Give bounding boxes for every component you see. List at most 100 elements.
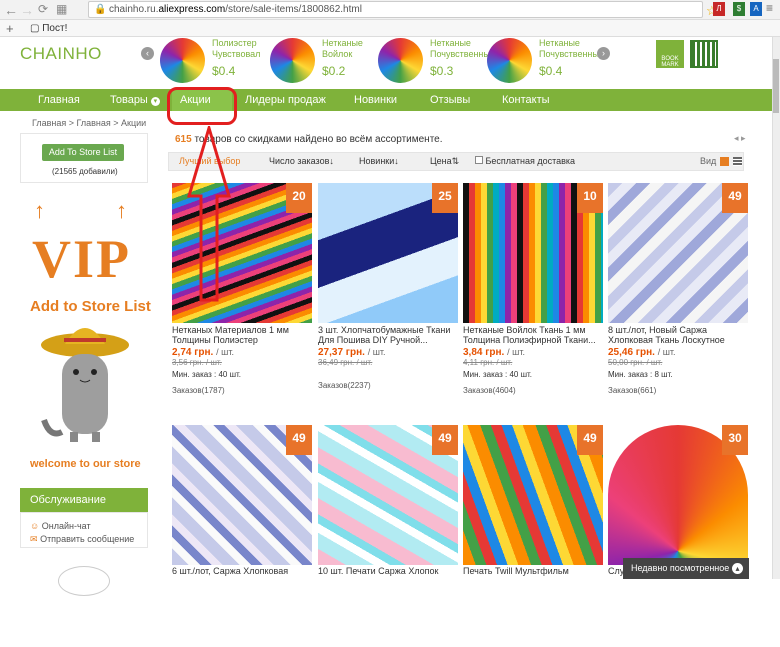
- product-price: 25,46 грн. / шт.: [608, 347, 676, 358]
- price-unit: / шт.: [367, 347, 386, 357]
- nav-products[interactable]: Товары ▾: [110, 89, 160, 111]
- orders-count: Заказов(661): [608, 386, 657, 395]
- sort-orders[interactable]: Число заказов↓: [269, 156, 334, 166]
- product-title[interactable]: Печать Twill Мультфильм: [463, 566, 603, 576]
- sort-new[interactable]: Новинки↓: [359, 156, 399, 166]
- grid-view-icon[interactable]: [720, 157, 729, 166]
- avatar: [58, 566, 110, 596]
- product-subtitle: Почувственный: [430, 49, 495, 59]
- qr-code-icon: [690, 40, 718, 68]
- browser-address-bar: ← → ⟳ ▦ 🔒 chainho.ru.aliexpress.com/store…: [0, 0, 780, 20]
- list-view-icon[interactable]: [733, 157, 742, 166]
- discount-badge: 30: [722, 425, 748, 455]
- orders-count: Заказов(1787): [172, 386, 225, 395]
- product-title[interactable]: 6 шт./лот, Саржа Хлопковая: [172, 566, 312, 576]
- sort-label: Цена: [430, 156, 452, 166]
- product-title[interactable]: 10 шт. Печати Саржа Хлопок: [318, 566, 458, 576]
- product-thumbnail: [378, 38, 423, 83]
- chat-label: Онлайн-чат: [41, 521, 91, 531]
- checkbox-icon: [475, 156, 483, 164]
- add-to-store-button[interactable]: Add To Store List: [42, 144, 124, 161]
- chevron-up-icon: ▴: [732, 563, 743, 574]
- extension-icon[interactable]: $: [733, 2, 745, 16]
- cat-mascot-icon: [41, 328, 129, 442]
- translate-icon[interactable]: A: [750, 2, 762, 16]
- added-count: (21565 добавили): [52, 167, 118, 176]
- product-card[interactable]: 49 10 шт. Печати Саржа Хлопок: [318, 425, 458, 647]
- chevron-down-icon: ▾: [150, 97, 160, 106]
- min-order: Мин. заказ : 40 шт.: [463, 370, 533, 379]
- recent-label: Недавно посмотренное: [631, 563, 730, 573]
- price-unit: / шт.: [507, 347, 525, 357]
- nav-contacts[interactable]: Контакты: [502, 89, 550, 111]
- product-title: Нетканые: [322, 38, 363, 48]
- url-host: chainho.ru.: [109, 4, 159, 15]
- carousel-prev-button[interactable]: ‹: [141, 47, 154, 60]
- product-title[interactable]: 3 шт. Хлопчатобумажные Ткани Для Пошива …: [318, 325, 458, 346]
- store-logo[interactable]: CHAINHO: [20, 44, 102, 64]
- store-nav: Главная Товары ▾ Акции Лидеры продаж Нов…: [0, 89, 772, 111]
- product-thumbnail: [487, 38, 532, 83]
- product-card[interactable]: 49 8 шт./лот, Новый Саржа Хлопковая Ткан…: [608, 183, 748, 405]
- product-subtitle: Чувствовал: [212, 49, 261, 59]
- product-title: Нетканые: [430, 38, 471, 48]
- discount-badge: 10: [577, 183, 603, 213]
- orders-count: Заказов(4604): [463, 386, 516, 395]
- bookmark-button[interactable]: BOOK MARK: [656, 40, 684, 68]
- annotation-highlight-box: [167, 87, 237, 125]
- scrollbar-thumb[interactable]: [773, 59, 779, 113]
- plus-icon[interactable]: +: [6, 20, 14, 37]
- min-order: Мин. заказ : 40 шт.: [172, 370, 242, 379]
- carousel-next-button[interactable]: ›: [597, 47, 610, 60]
- nav-new[interactable]: Новинки: [354, 89, 397, 111]
- bookmark-item[interactable]: ▢ Пост!: [30, 20, 67, 37]
- price-value: 2,74 грн.: [172, 347, 214, 358]
- breadcrumb[interactable]: Главная > Главная > Акции: [32, 118, 146, 128]
- old-price: 3,56 грн. / шт.: [172, 358, 222, 367]
- menu-icon[interactable]: ≡: [766, 1, 773, 15]
- product-price: 27,37 грн. / шт.: [318, 347, 386, 358]
- scrollbar[interactable]: [772, 37, 780, 579]
- online-chat-link[interactable]: ☺ Онлайн-чат: [30, 521, 91, 531]
- product-thumbnail: [270, 38, 315, 83]
- nav-home[interactable]: Главная: [38, 89, 80, 111]
- product-card[interactable]: 10 Нетканые Войлок Ткань 1 мм Толщина По…: [463, 183, 603, 405]
- pager-arrows[interactable]: ◂ ▸: [734, 133, 746, 144]
- nav-reviews[interactable]: Отзывы: [430, 89, 470, 111]
- add-to-list-banner[interactable]: Add to Store List: [30, 298, 151, 315]
- url-domain: aliexpress.com: [158, 4, 226, 15]
- recently-viewed-tab[interactable]: Недавно посмотренное ▴: [623, 558, 749, 579]
- sort-label: Новинки: [359, 156, 395, 166]
- orders-count: Заказов(2237): [318, 381, 371, 390]
- free-shipping-filter[interactable]: Бесплатная доставка: [475, 156, 575, 166]
- mail-icon: ✉: [30, 534, 38, 544]
- product-price: $0.4: [539, 64, 563, 78]
- send-message-link[interactable]: ✉ Отправить сообщение: [30, 534, 134, 545]
- product-price: 3,84 грн. / шт.: [463, 347, 525, 358]
- product-title[interactable]: Нетканых Материалов 1 мм Толщины Полиэст…: [172, 325, 312, 346]
- arrow-up-icon: ↑: [34, 198, 45, 223]
- vip-banner[interactable]: VIP: [32, 228, 131, 290]
- product-title[interactable]: 8 шт./лот, Новый Саржа Хлопковая Ткань Л…: [608, 325, 748, 346]
- product-card[interactable]: 30 Слу: [608, 425, 748, 647]
- sort-price[interactable]: Цена⇅: [430, 156, 459, 167]
- back-icon[interactable]: ←: [4, 2, 18, 18]
- product-card[interactable]: 25 3 шт. Хлопчатобумажные Ткани Для Поши…: [318, 183, 458, 405]
- filter-label: Бесплатная доставка: [485, 156, 576, 166]
- lock-icon: 🔒: [94, 4, 107, 15]
- product-card[interactable]: 49 6 шт./лот, Саржа Хлопковая: [172, 425, 312, 647]
- reload-icon[interactable]: ⟳: [38, 2, 48, 16]
- discount-badge: 49: [577, 425, 603, 455]
- apps-icon[interactable]: ▦: [56, 2, 67, 16]
- old-price: 50,00 грн. / шт.: [608, 358, 663, 367]
- forward-icon[interactable]: →: [20, 2, 34, 18]
- nav-bestsellers[interactable]: Лидеры продаж: [245, 89, 326, 111]
- page-icon: ▢: [30, 23, 40, 34]
- discount-badge: 49: [286, 425, 312, 455]
- extension-icon[interactable]: Л: [713, 2, 725, 16]
- sort-label: Число заказов: [269, 156, 330, 166]
- product-card[interactable]: 49 Печать Twill Мультфильм: [463, 425, 603, 647]
- product-price: 2,74 грн. / шт.: [172, 347, 234, 358]
- url-input[interactable]: 🔒 chainho.ru.aliexpress.com/store/sale-it…: [88, 1, 703, 18]
- product-title[interactable]: Нетканые Войлок Ткань 1 мм Толщина Полиэ…: [463, 325, 603, 346]
